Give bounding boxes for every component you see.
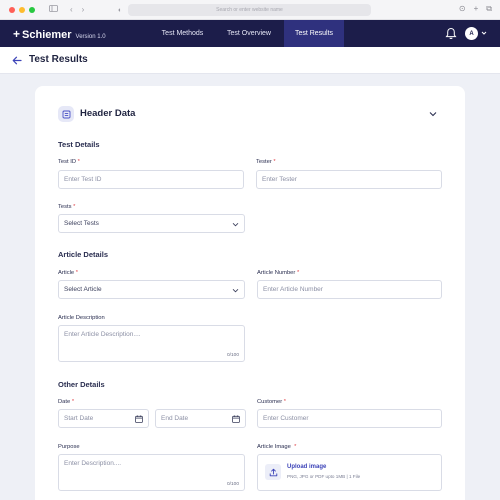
tester-input[interactable]: Enter Tester [256, 170, 442, 189]
test-id-input[interactable]: Enter Test ID [58, 170, 244, 189]
article-label: Article * [58, 270, 78, 276]
brand-plus-icon: + [13, 26, 21, 41]
shield-icon: ◐ [118, 6, 123, 14]
article-image-label: Article Image * [257, 444, 297, 450]
article-image-upload[interactable]: Upload image PNG, JPG or PDF upto 1MB | … [257, 454, 442, 491]
section-other-details: Other Details [58, 380, 105, 389]
purpose-label: Purpose [58, 444, 80, 450]
section-test-details: Test Details [58, 140, 100, 149]
customer-label: Customer * [257, 399, 287, 405]
date-label: Date * [58, 399, 75, 405]
tab-test-results[interactable]: Test Results [284, 20, 344, 47]
article-description-textarea[interactable]: Enter Article Description.... 0/100 [58, 325, 245, 362]
avatar-initial: A [469, 30, 474, 37]
forward-nav-icon[interactable]: › [82, 5, 85, 14]
character-counter: 0/100 [226, 353, 239, 358]
brand-version: Version 1.0 [75, 33, 106, 40]
customer-input[interactable]: Enter Customer [257, 409, 442, 428]
test-id-label: Test ID * [58, 159, 80, 165]
upload-icon [265, 464, 281, 480]
upload-image-link[interactable]: Upload image [287, 464, 326, 470]
card-title: Header Data [80, 108, 136, 119]
arrow-left-icon[interactable] [12, 56, 22, 65]
close-window-button[interactable] [9, 6, 15, 13]
chevron-down-icon [232, 222, 239, 227]
article-number-label: Article Number * [257, 270, 300, 276]
upload-hint: PNG, JPG or PDF upto 1MB | 1 File [287, 474, 361, 479]
tester-label: Tester * [256, 159, 276, 165]
header-data-card: Header Data Test Details Test ID * Enter… [35, 86, 465, 500]
sidebar-toggle-icon[interactable] [49, 5, 58, 14]
article-description-label: Article Description [58, 315, 105, 321]
address-bar-placeholder: Search or enter website name [216, 7, 283, 13]
collapse-chevron-icon[interactable] [429, 110, 437, 118]
article-select[interactable]: Select Article [58, 280, 245, 299]
tabs-overview-icon[interactable]: ⧉ [486, 5, 492, 13]
purpose-textarea[interactable]: Enter Description.... 0/100 [58, 454, 245, 491]
calendar-icon[interactable] [232, 415, 240, 423]
article-number-input[interactable]: Enter Article Number [257, 280, 442, 299]
window-controls [9, 6, 35, 13]
address-bar[interactable]: ◐ Search or enter website name [118, 4, 371, 16]
tab-label: Test Methods [161, 30, 204, 37]
brand-name: Schiemer [22, 28, 72, 41]
page-header: Test Results [0, 47, 500, 74]
new-tab-icon[interactable]: + [474, 5, 479, 13]
document-icon [58, 106, 74, 122]
tab-test-overview[interactable]: Test Overview [217, 20, 281, 47]
tests-select[interactable]: Select Tests [58, 214, 245, 233]
bell-icon[interactable] [445, 27, 457, 40]
end-date-input[interactable]: End Date [155, 409, 246, 428]
browser-toolbar: ‹ › ◐ Search or enter website name ⊙ + ⧉ [0, 0, 500, 20]
browser-actions: ⊙ + ⧉ [459, 5, 492, 13]
tab-label: Test Overview [227, 30, 271, 37]
download-icon[interactable]: ⊙ [459, 5, 466, 13]
tab-test-methods[interactable]: Test Methods [150, 20, 215, 47]
avatar[interactable]: A [465, 27, 478, 40]
character-counter: 0/100 [226, 482, 239, 487]
maximize-window-button[interactable] [29, 6, 35, 13]
page-title: Test Results [29, 54, 88, 65]
start-date-input[interactable]: Start Date [58, 409, 149, 428]
calendar-icon[interactable] [135, 415, 143, 423]
back-nav-icon[interactable]: ‹ [70, 5, 73, 14]
tab-label: Test Results [294, 30, 334, 37]
brand-logo[interactable]: + Schiemer Version 1.0 [13, 27, 106, 41]
tests-label: Tests * [58, 204, 76, 210]
chevron-down-icon[interactable] [481, 30, 487, 36]
section-article-details: Article Details [58, 250, 109, 259]
chevron-down-icon [232, 288, 239, 293]
app-navbar: + Schiemer Version 1.0 Test Methods Test… [0, 20, 500, 47]
minimize-window-button[interactable] [19, 6, 25, 13]
